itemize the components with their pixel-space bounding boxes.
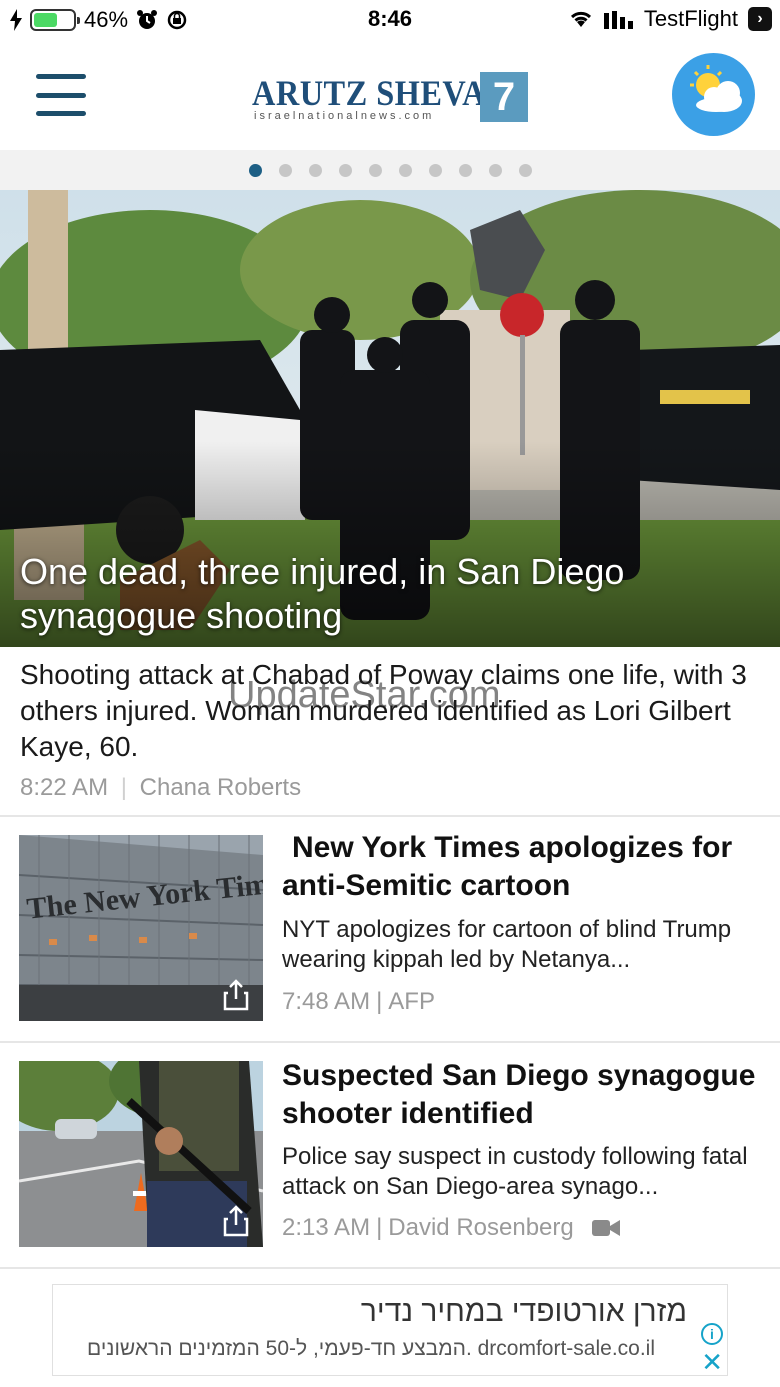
article-meta: 7:48 AM | AFP xyxy=(282,988,435,1016)
menu-button[interactable] xyxy=(36,74,86,116)
menu-icon-bar xyxy=(36,74,86,79)
article-time: 7:48 AM xyxy=(282,988,371,1015)
article-title[interactable]: Suspected San Diego synagogue shooter id… xyxy=(282,1057,762,1133)
carousel-dot[interactable] xyxy=(428,163,442,177)
status-bar: 46% 8:46 TestFlight › xyxy=(0,0,780,40)
meta-separator: | xyxy=(120,774,127,801)
article-thumbnail[interactable]: The New York Times xyxy=(19,835,263,1021)
meta-separator: | xyxy=(376,1214,383,1241)
article-item[interactable]: Suspected San Diego synagogue shooter id… xyxy=(0,1041,780,1267)
menu-icon-bar xyxy=(36,111,86,116)
article-thumbnail[interactable] xyxy=(19,1061,263,1247)
share-icon[interactable] xyxy=(223,1205,249,1237)
carousel-dot[interactable] xyxy=(278,163,292,177)
hero-time: 8:22 AM xyxy=(20,774,109,801)
carousel-dot[interactable] xyxy=(338,163,352,177)
article-summary[interactable]: NYT apologizes for cartoon of blind Trum… xyxy=(282,915,762,975)
ad-text[interactable]: המבצע חד-פעמי, ל-50 המזמינים הראשונים. d… xyxy=(87,1337,655,1361)
ad-banner[interactable]: מזרן אורטופדי במחיר נדיר המבצע חד-פעמי, … xyxy=(52,1284,728,1376)
logo-number: 7 xyxy=(480,72,528,122)
article-summary[interactable]: Police say suspect in custody following … xyxy=(282,1142,762,1202)
carousel-dot[interactable] xyxy=(398,163,412,177)
close-icon[interactable]: ✕ xyxy=(701,1349,723,1375)
status-right: TestFlight › xyxy=(568,6,772,32)
article-time: 2:13 AM xyxy=(282,1214,371,1241)
logo-url: israelnationalnews.com xyxy=(254,110,435,122)
hero-meta: 8:22 AM | Chana Roberts xyxy=(20,774,301,802)
carousel-dot[interactable] xyxy=(368,163,382,177)
article-item[interactable]: The New York Times New York Times apolog… xyxy=(0,815,780,1041)
wifi-icon xyxy=(570,11,591,27)
partly-cloudy-icon xyxy=(690,65,742,112)
weather-button[interactable] xyxy=(672,53,755,136)
hero-title[interactable]: One dead, three injured, in San Diego sy… xyxy=(20,550,760,638)
watermark: UpdateStar.com xyxy=(228,674,501,716)
article-source: AFP xyxy=(388,988,435,1015)
ad-title[interactable]: מזרן אורטופדי במחיר נדיר xyxy=(361,1295,687,1329)
signal-icon xyxy=(603,11,633,29)
video-icon xyxy=(591,1220,620,1236)
carrier-label: TestFlight xyxy=(643,6,738,31)
carousel-pagination[interactable] xyxy=(0,150,780,190)
app-header: ARUTZ SHEVA israelnationalnews.com 7 xyxy=(0,40,780,150)
carousel-dot[interactable] xyxy=(518,163,532,177)
carousel-dot[interactable] xyxy=(248,163,262,177)
article-source: David Rosenberg xyxy=(388,1214,574,1241)
back-to-app-icon[interactable]: › xyxy=(748,7,772,31)
info-icon[interactable]: i xyxy=(701,1323,723,1345)
carousel-dot[interactable] xyxy=(308,163,322,177)
site-logo[interactable]: ARUTZ SHEVA israelnationalnews.com 7 xyxy=(252,70,532,130)
article-title[interactable]: New York Times apologizes for anti-Semit… xyxy=(282,829,762,905)
logo-text: ARUTZ SHEVA xyxy=(252,73,486,113)
menu-icon-bar xyxy=(36,92,86,98)
hero-author: Chana Roberts xyxy=(139,774,302,801)
share-icon[interactable] xyxy=(223,979,249,1011)
article-meta: 2:13 AM | David Rosenberg xyxy=(282,1214,620,1242)
hero-article-image[interactable]: One dead, three injured, in San Diego sy… xyxy=(0,190,780,647)
carousel-dot[interactable] xyxy=(458,163,472,177)
carousel-dot[interactable] xyxy=(488,163,502,177)
divider xyxy=(0,1267,780,1269)
meta-separator: | xyxy=(376,988,383,1015)
